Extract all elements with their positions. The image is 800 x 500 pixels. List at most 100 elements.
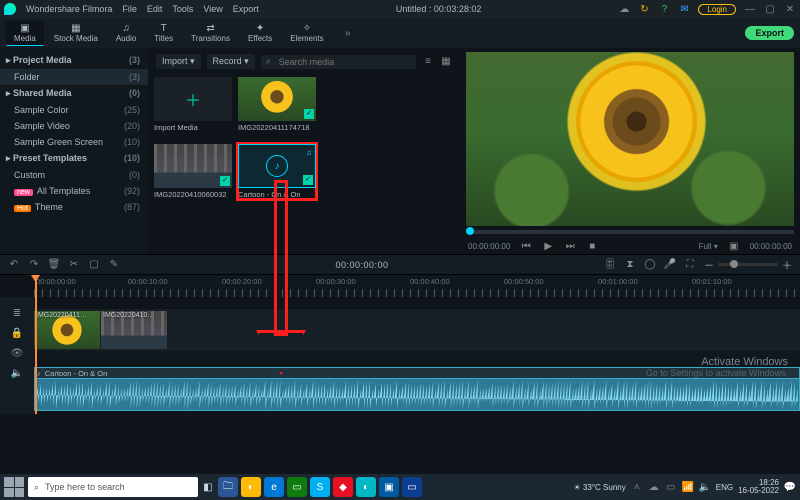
track-lock-icon[interactable]: 🔒 bbox=[11, 327, 23, 339]
window-minimize-icon[interactable]: — bbox=[744, 3, 756, 15]
preview-fit-mode[interactable]: Full ▾ bbox=[699, 242, 718, 251]
tb-ico-explorer[interactable]: 🗀 bbox=[218, 477, 238, 497]
undo-icon[interactable]: ↶ bbox=[8, 259, 20, 271]
tray-onedrive-icon[interactable]: ☁ bbox=[648, 481, 660, 493]
main-tab-bar: ▣Media ▦Stock Media ♫Audio TTitles ⇄Tran… bbox=[0, 18, 800, 48]
tb-ico-app1[interactable]: ◆ bbox=[333, 477, 353, 497]
tb-ico-app3[interactable]: ▭ bbox=[402, 477, 422, 497]
tb-ico-app2[interactable]: ▣ bbox=[379, 477, 399, 497]
media-sidebar: ▸ Project Media(3) Folder(3) ▸ Shared Me… bbox=[0, 48, 148, 254]
audio-waveform[interactable] bbox=[34, 379, 800, 411]
timeline-playhead[interactable] bbox=[35, 275, 37, 414]
tab-media[interactable]: ▣Media bbox=[6, 21, 44, 46]
sidebar-item-theme[interactable]: HotTheme(87) bbox=[0, 199, 148, 215]
crop-icon[interactable]: ▢ bbox=[88, 259, 100, 271]
redo-icon[interactable]: ↷ bbox=[28, 259, 40, 271]
split-icon[interactable]: ✂ bbox=[68, 259, 80, 271]
tb-ico-edge[interactable]: e bbox=[264, 477, 284, 497]
timeline-ruler[interactable]: 00:00:00:00 00:00:10:00 00:00:20:00 00:0… bbox=[34, 275, 800, 297]
tray-weather[interactable]: ☀ 33°C Sunny bbox=[574, 483, 626, 492]
marker-icon[interactable]: ⧗ bbox=[624, 259, 636, 271]
render-icon[interactable]: ◯ bbox=[644, 259, 656, 271]
message-icon[interactable]: ✉ bbox=[678, 3, 690, 15]
video-clip-1[interactable]: IMG20220411… bbox=[34, 311, 100, 349]
start-button[interactable] bbox=[4, 477, 24, 497]
tray-volume-icon[interactable]: 🔈 bbox=[699, 481, 711, 493]
play-icon[interactable]: ▶ bbox=[542, 240, 554, 252]
voiceover-icon[interactable]: 🎤 bbox=[664, 259, 676, 271]
delete-icon[interactable]: 🗑 bbox=[48, 259, 60, 271]
prev-frame-icon[interactable]: ⏮ bbox=[520, 240, 532, 252]
mixer-icon[interactable]: 🎚 bbox=[604, 259, 616, 271]
video-clip-2[interactable]: IMG20220410… bbox=[101, 311, 167, 349]
plus-icon: ＋ bbox=[185, 87, 201, 111]
sidebar-item-shared-media[interactable]: ▸ Shared Media(0) bbox=[0, 85, 148, 102]
tray-chevron-icon[interactable]: ˄ bbox=[631, 481, 643, 493]
video-track-1[interactable]: IMG20220411… IMG20220410… bbox=[34, 309, 800, 351]
edit-icon[interactable]: ✎ bbox=[108, 259, 120, 271]
tray-language[interactable]: ENG bbox=[716, 483, 733, 492]
login-button[interactable]: Login bbox=[698, 4, 736, 15]
menu-edit[interactable]: Edit bbox=[147, 4, 163, 14]
tab-elements[interactable]: ✧Elements bbox=[282, 21, 331, 45]
track-mute-icon[interactable]: 🔈 bbox=[11, 367, 23, 379]
tray-clock[interactable]: 18:2616-05-2022 bbox=[738, 479, 779, 496]
preview-scrubber[interactable] bbox=[466, 230, 794, 234]
record-dropdown[interactable]: Record ▾ bbox=[207, 54, 255, 69]
sidebar-item-custom[interactable]: Custom(0) bbox=[0, 167, 148, 183]
audio-clip-label: Cartoon - On & On bbox=[45, 369, 108, 378]
stop-icon[interactable]: ■ bbox=[586, 240, 598, 252]
task-view-icon[interactable]: ◧ bbox=[202, 481, 214, 493]
window-maximize-icon[interactable]: ▢ bbox=[764, 3, 776, 15]
thumb-audio-cartoon[interactable]: ♫ ♪ ✓ Cartoon - On & On bbox=[238, 144, 316, 199]
help-icon[interactable]: ? bbox=[658, 3, 670, 15]
music-note-icon: ♪ bbox=[37, 369, 41, 378]
sidebar-item-preset-templates[interactable]: ▸ Preset Templates(10) bbox=[0, 150, 148, 167]
export-button[interactable]: Export bbox=[745, 26, 794, 40]
taskbar-search[interactable]: ⌕Type here to search bbox=[28, 477, 198, 497]
menu-file[interactable]: File bbox=[122, 4, 137, 14]
tb-ico-chrome[interactable]: ◐ bbox=[241, 477, 261, 497]
thumb-import-media[interactable]: ＋ Import Media bbox=[154, 77, 232, 132]
thumb-img-fence[interactable]: ✓ IMG20220410060032 bbox=[154, 144, 232, 199]
zoom-fit-icon[interactable]: ⛶ bbox=[684, 259, 696, 271]
menu-export[interactable]: Export bbox=[233, 4, 259, 14]
zoom-slider[interactable]: －＋ bbox=[704, 257, 792, 272]
sidebar-item-all-templates[interactable]: newAll Templates(92) bbox=[0, 183, 148, 199]
tab-effects[interactable]: ✦Effects bbox=[240, 21, 280, 45]
cloud-icon[interactable]: ☁ bbox=[618, 3, 630, 15]
scrubber-handle-icon[interactable] bbox=[466, 227, 474, 235]
import-dropdown[interactable]: Import ▾ bbox=[156, 54, 201, 69]
tb-ico-skype[interactable]: S bbox=[310, 477, 330, 497]
thumb-img-sunflower[interactable]: ✓ IMG20220411174718 bbox=[238, 77, 316, 132]
menu-tools[interactable]: Tools bbox=[172, 4, 193, 14]
tray-wifi-icon[interactable]: 📶 bbox=[682, 481, 694, 493]
sidebar-item-sample-green-screen[interactable]: Sample Green Screen(10) bbox=[0, 134, 148, 150]
more-tabs-icon[interactable]: » bbox=[342, 27, 354, 39]
preview-canvas[interactable] bbox=[466, 52, 794, 226]
track-manage-icon[interactable]: ≣ bbox=[11, 307, 23, 319]
sidebar-item-folder[interactable]: Folder(3) bbox=[0, 69, 148, 85]
tray-notifications-icon[interactable]: 💬 bbox=[784, 481, 796, 493]
track-eye-icon[interactable]: 👁 bbox=[11, 347, 23, 359]
tab-stock-media[interactable]: ▦Stock Media bbox=[46, 21, 106, 45]
media-search-input[interactable] bbox=[261, 55, 416, 69]
tab-titles[interactable]: TTitles bbox=[146, 21, 181, 45]
tray-battery-icon[interactable]: ▭ bbox=[665, 481, 677, 493]
menu-view[interactable]: View bbox=[203, 4, 222, 14]
sidebar-item-sample-color[interactable]: Sample Color(25) bbox=[0, 102, 148, 118]
sidebar-item-project-media[interactable]: ▸ Project Media(3) bbox=[0, 52, 148, 69]
document-title: Untitled : 00:03:28:02 bbox=[269, 4, 609, 14]
timeline-timecode: 00:00:00:00 bbox=[335, 260, 388, 270]
sidebar-item-sample-video[interactable]: Sample Video(20) bbox=[0, 118, 148, 134]
tab-transitions[interactable]: ⇄Transitions bbox=[183, 21, 238, 45]
snapshot-icon[interactable]: ▣ bbox=[728, 240, 740, 252]
tab-audio[interactable]: ♫Audio bbox=[108, 21, 144, 45]
tb-ico-filmora[interactable]: ◐ bbox=[356, 477, 376, 497]
next-frame-icon[interactable]: ⏭ bbox=[564, 240, 576, 252]
sort-icon[interactable]: ≡ bbox=[422, 56, 434, 68]
tb-ico-store[interactable]: ▭ bbox=[287, 477, 307, 497]
window-close-icon[interactable]: ✕ bbox=[784, 3, 796, 15]
view-grid-icon[interactable]: ▦ bbox=[440, 56, 452, 68]
sync-icon[interactable]: ↻ bbox=[638, 3, 650, 15]
